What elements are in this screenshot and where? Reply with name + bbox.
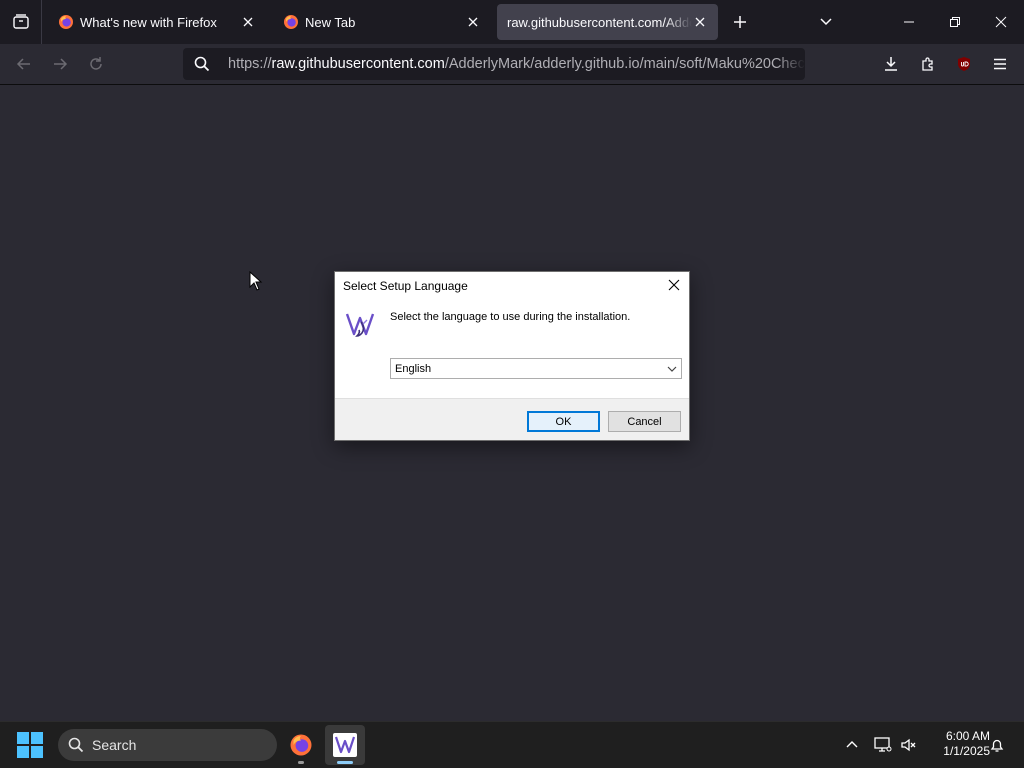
chevron-up-icon bbox=[846, 741, 858, 748]
select-setup-language-dialog: Select Setup Language Select the languag… bbox=[334, 271, 690, 441]
close-tab-button[interactable] bbox=[240, 14, 256, 30]
tab-new-tab[interactable]: New Tab bbox=[273, 4, 491, 40]
close-icon bbox=[668, 279, 680, 291]
tab-title: What's new with Firefox bbox=[80, 14, 217, 30]
clock-date: 1/1/2025 bbox=[943, 744, 990, 758]
taskbar: Search 6:00 AM 1/1/2025 bbox=[0, 721, 1024, 768]
minimize-button[interactable] bbox=[886, 0, 932, 44]
download-icon bbox=[885, 57, 897, 71]
tab-strip: What's new with Firefox New Tab raw.gith… bbox=[0, 0, 1024, 44]
windows-start-icon[interactable] bbox=[17, 732, 43, 758]
search-icon bbox=[183, 56, 221, 72]
maku-logo-icon bbox=[345, 313, 375, 337]
reload-icon bbox=[90, 57, 102, 70]
forward-button[interactable] bbox=[44, 48, 76, 80]
search-icon bbox=[68, 737, 84, 753]
taskbar-firefox[interactable] bbox=[281, 725, 321, 765]
close-icon bbox=[468, 17, 478, 27]
close-tab-button[interactable] bbox=[692, 14, 708, 30]
back-button[interactable] bbox=[8, 48, 40, 80]
dialog-close-button[interactable] bbox=[665, 276, 683, 294]
reload-button[interactable] bbox=[80, 48, 112, 80]
clock-time: 6:00 AM bbox=[945, 729, 990, 743]
dialog-title: Select Setup Language bbox=[343, 279, 468, 293]
url-path: /AdderlyMark/adderly.github.io/main/soft… bbox=[444, 56, 805, 72]
ok-button[interactable]: OK bbox=[527, 411, 600, 432]
cancel-button[interactable]: Cancel bbox=[608, 411, 681, 432]
downloads-button[interactable] bbox=[875, 48, 907, 80]
tab-list-button[interactable] bbox=[0, 0, 42, 44]
firefox-icon bbox=[290, 734, 312, 756]
app-indicator bbox=[337, 761, 353, 764]
extensions-icon bbox=[922, 57, 933, 71]
ublock-icon bbox=[958, 57, 970, 71]
taskbar-maku-setup[interactable] bbox=[325, 725, 365, 765]
tab-title: New Tab bbox=[305, 14, 356, 30]
firefox-icon bbox=[59, 15, 73, 29]
forward-icon bbox=[54, 58, 68, 70]
url-bar[interactable]: https://raw.githubusercontent.com/Adderl… bbox=[183, 48, 805, 80]
firefox-icon bbox=[284, 15, 298, 29]
close-tab-button[interactable] bbox=[465, 14, 481, 30]
dialog-footer: OK Cancel bbox=[335, 398, 689, 440]
tab-title: raw.githubusercontent.com/AdderlyMark/ad… bbox=[507, 14, 692, 30]
url-host: raw.githubusercontent.com bbox=[271, 56, 445, 72]
mouse-cursor-icon bbox=[249, 271, 263, 291]
tab-active-raw-github[interactable]: raw.githubusercontent.com/AdderlyMark/ad… bbox=[497, 4, 718, 40]
volume-button[interactable] bbox=[895, 731, 923, 759]
tab-list-icon bbox=[12, 14, 29, 29]
maku-logo-icon bbox=[333, 733, 357, 757]
restore-button[interactable] bbox=[932, 0, 978, 44]
close-icon bbox=[995, 16, 1007, 28]
menu-icon bbox=[994, 58, 1006, 70]
plus-icon bbox=[734, 16, 746, 28]
list-all-tabs-button[interactable] bbox=[810, 6, 842, 38]
language-selected-value: English bbox=[395, 362, 432, 375]
ublock-origin-button[interactable] bbox=[948, 48, 980, 80]
minimize-icon bbox=[904, 21, 914, 23]
url-scheme: https:// bbox=[228, 56, 272, 72]
volume-muted-icon bbox=[901, 738, 916, 752]
navigation-toolbar: https://raw.githubusercontent.com/Adderl… bbox=[0, 44, 1024, 85]
restore-icon bbox=[950, 17, 960, 27]
taskbar-search-box[interactable]: Search bbox=[58, 729, 277, 761]
show-hidden-icons-button[interactable] bbox=[838, 731, 866, 759]
chevron-down-icon bbox=[663, 366, 681, 372]
close-icon bbox=[695, 17, 705, 27]
close-window-button[interactable] bbox=[978, 0, 1024, 44]
back-icon bbox=[16, 58, 30, 70]
new-tab-button[interactable] bbox=[724, 6, 756, 38]
notifications-button[interactable] bbox=[983, 731, 1011, 759]
system-clock[interactable]: 6:00 AM 1/1/2025 bbox=[924, 729, 990, 759]
dialog-message: Select the language to use during the in… bbox=[390, 311, 631, 323]
network-icon bbox=[874, 737, 892, 752]
app-menu-button[interactable] bbox=[984, 48, 1016, 80]
taskbar-search-placeholder: Search bbox=[92, 737, 137, 753]
extensions-button[interactable] bbox=[912, 48, 944, 80]
tab-whats-new[interactable]: What's new with Firefox bbox=[48, 4, 266, 40]
url-text: https://raw.githubusercontent.com/Adderl… bbox=[221, 56, 805, 72]
bell-icon bbox=[990, 739, 1004, 752]
close-icon bbox=[243, 17, 253, 27]
network-button[interactable] bbox=[869, 731, 897, 759]
language-select[interactable]: English bbox=[390, 358, 682, 379]
app-indicator bbox=[298, 761, 304, 764]
chevron-down-icon bbox=[820, 18, 832, 26]
